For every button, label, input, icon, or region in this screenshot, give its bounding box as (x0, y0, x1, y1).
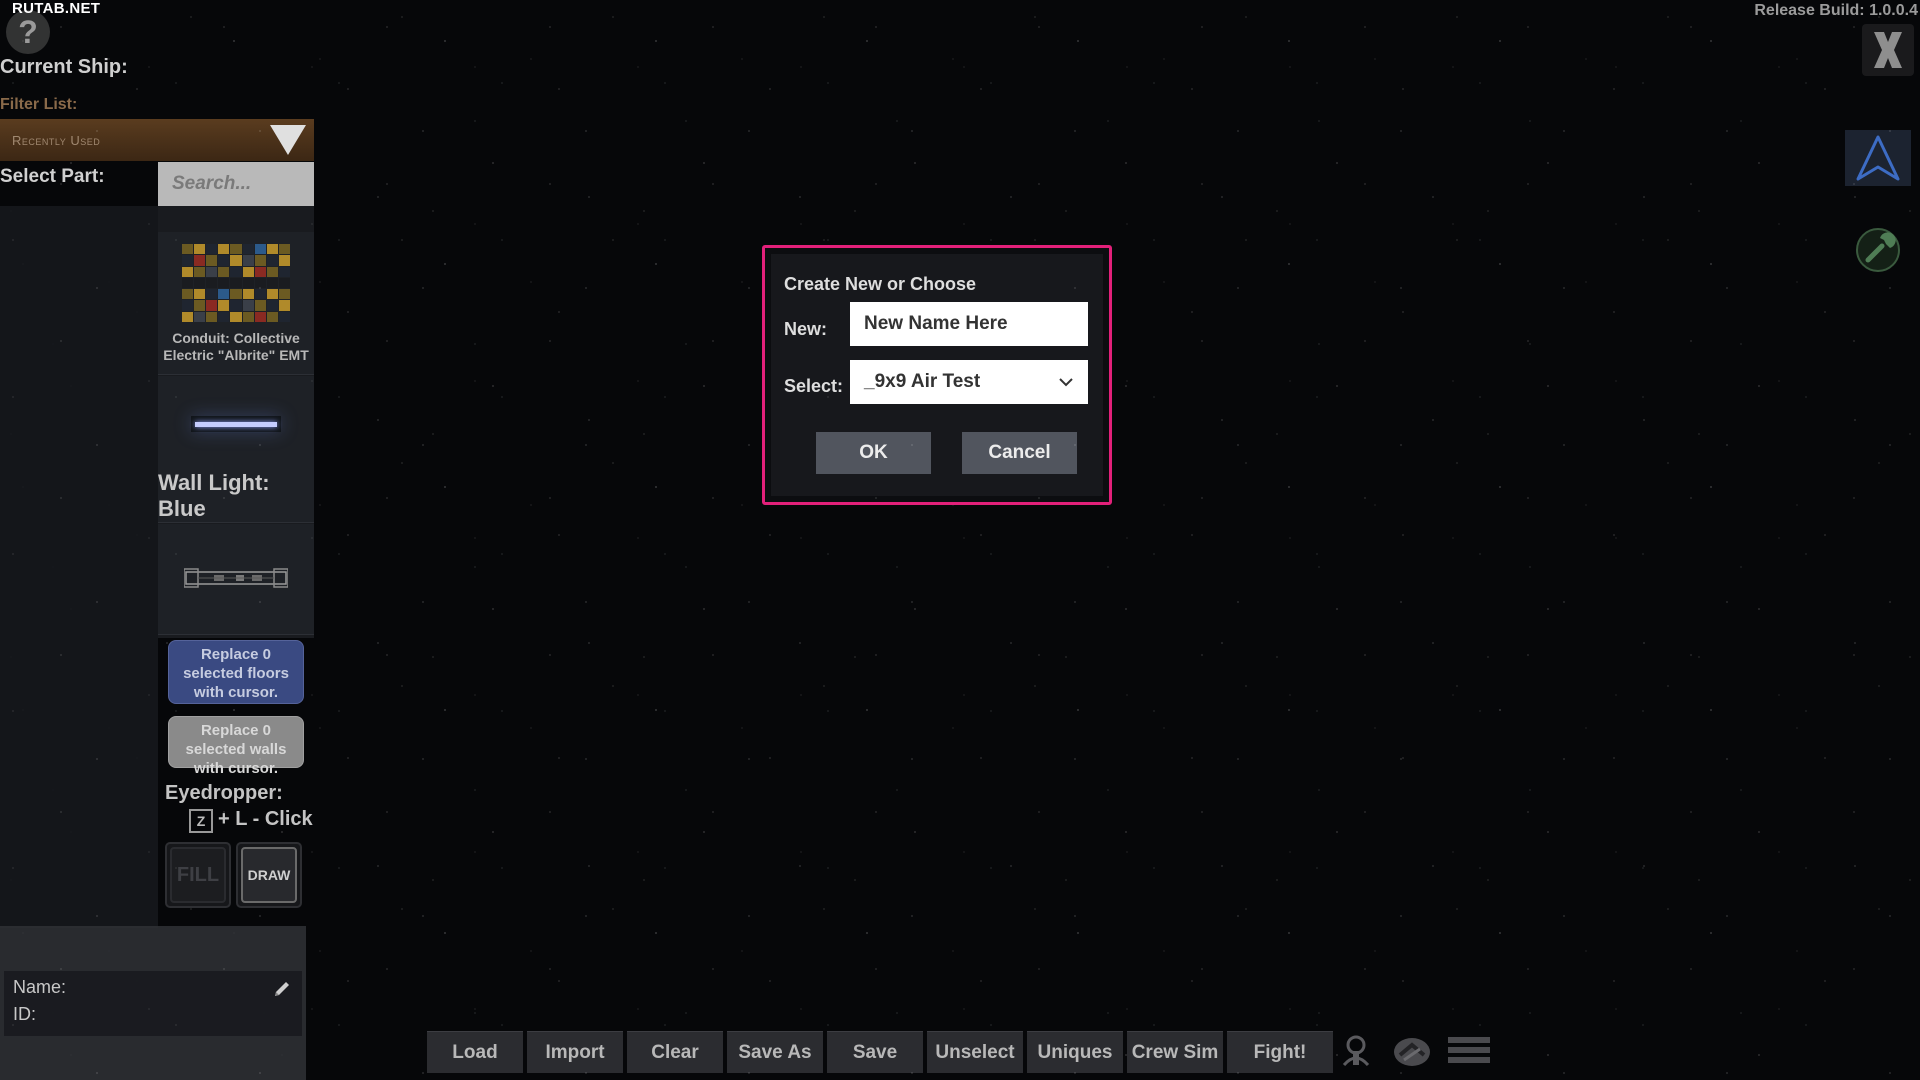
wrench-icon (1856, 228, 1900, 272)
close-icon (1874, 32, 1902, 68)
pipe-part-image (184, 568, 288, 588)
create-or-choose-dialog: Create New or Choose New: Select: _9x9 A… (762, 245, 1112, 505)
toolbar-uniques-button[interactable]: Uniques (1027, 1031, 1123, 1073)
ship-name-label: Name: (13, 977, 67, 997)
fill-tool-label: FILL (170, 847, 226, 903)
select-part-label: Select Part: (0, 166, 105, 187)
toolbar-import-button[interactable]: Import (527, 1031, 623, 1073)
dialog-body: Create New or Choose New: Select: _9x9 A… (771, 254, 1103, 496)
part-item-label: Wall Light: Blue (158, 470, 270, 521)
filter-dropdown-value: Recently Used (12, 132, 101, 148)
part-item-wall-light[interactable]: Wall Light: Blue (158, 376, 314, 523)
eyedropper-hint: + L - Click (218, 808, 313, 830)
toolbar-fight-button[interactable]: Fight! (1227, 1031, 1333, 1073)
wall-light-part-image (191, 416, 281, 432)
crew-icon[interactable] (1336, 1033, 1376, 1071)
release-build-label: Release Build: 1.0.0.4 (1754, 2, 1918, 19)
ship-select-dropdown[interactable]: _9x9 Air Test (850, 360, 1088, 404)
draw-tool-button[interactable]: DRAW (236, 842, 302, 908)
navigation-button[interactable] (1845, 130, 1911, 186)
part-item-label: Conduit: Collective Electric "Albrite" E… (163, 330, 309, 363)
toolbar-save-as-button[interactable]: Save As (727, 1031, 823, 1073)
build-tools-button[interactable] (1850, 222, 1906, 278)
toolbar-load-button[interactable]: Load (427, 1031, 523, 1073)
replace-walls-button[interactable]: Replace 0 selected walls with cursor. (168, 716, 304, 777)
triangle-down-icon (270, 125, 306, 155)
ok-button[interactable]: OK (816, 432, 931, 474)
conduit-part-image (182, 244, 290, 322)
nav-arrow-icon (1856, 135, 1900, 181)
z-key-icon: Z (189, 809, 213, 833)
bottom-toolbar: Load Import Clear Save As Save Unselect Unique… (427, 1031, 1333, 1073)
close-button[interactable] (1862, 24, 1914, 76)
new-name-input[interactable] (850, 302, 1088, 346)
toolbar-clear-button[interactable]: Clear (627, 1031, 723, 1073)
ship-info-fields: Name: ID: (4, 971, 302, 1036)
filter-dropdown[interactable]: Recently Used (0, 119, 314, 161)
eyedropper-label: Eyedropper: (165, 782, 283, 804)
new-name-label: New: (784, 319, 828, 339)
toolbar-unselect-button[interactable]: Unselect (927, 1031, 1023, 1073)
select-ship-label: Select: (784, 376, 844, 396)
ship-id-label: ID: (13, 1004, 37, 1024)
link-icon[interactable] (1390, 1033, 1434, 1071)
menu-lines-icon[interactable] (1446, 1033, 1492, 1071)
pencil-icon[interactable] (272, 979, 292, 999)
ship-editor-screen: ? RUTAB.NET Current Ship: Filter List: R… (0, 0, 1920, 1080)
fill-tool-button[interactable]: FILL (165, 842, 231, 908)
watermark: RUTAB.NET (12, 0, 101, 17)
chevron-down-icon (1059, 378, 1073, 387)
draw-tool-label: DRAW (241, 847, 297, 903)
filter-list-label: Filter List: (0, 96, 78, 113)
ship-select-value: _9x9 Air Test (864, 371, 981, 392)
question-mark-icon: ? (18, 13, 38, 50)
sidebar-panel (0, 206, 158, 928)
dialog-title: Create New or Choose (784, 274, 977, 294)
cancel-button[interactable]: Cancel (962, 432, 1077, 474)
toolbar-save-button[interactable]: Save (827, 1031, 923, 1073)
toolbar-crew-sim-button[interactable]: Crew Sim (1127, 1031, 1223, 1073)
part-item-conduit[interactable]: Conduit: Collective Electric "Albrite" E… (158, 232, 314, 375)
part-search-input[interactable] (158, 162, 314, 206)
current-ship-label: Current Ship: (0, 56, 128, 78)
part-item-pipe[interactable] (158, 524, 314, 635)
ship-info-panel: Name: ID: (0, 926, 306, 1080)
replace-floors-button[interactable]: Replace 0 selected floors with cursor. (168, 640, 304, 704)
